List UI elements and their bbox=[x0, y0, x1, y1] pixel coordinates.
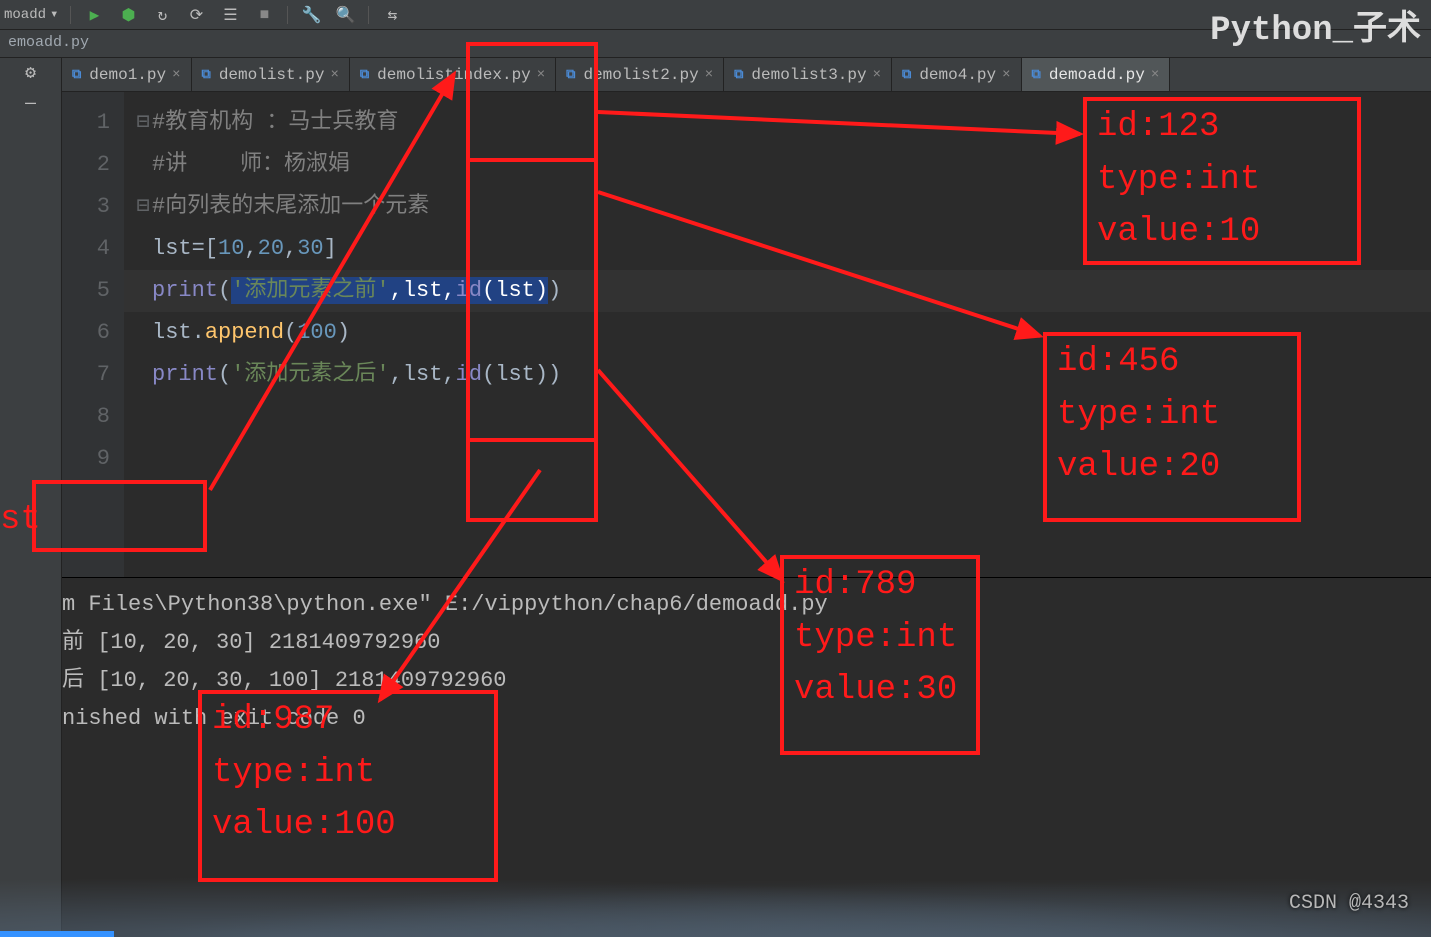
coverage-icon[interactable]: ↻ bbox=[151, 4, 173, 26]
code-line[interactable]: ⊟#向列表的末尾添加一个元素 bbox=[124, 186, 1431, 228]
tab-demoadd-py[interactable]: demoadd.py × bbox=[1022, 58, 1171, 91]
tab-demolist-py[interactable]: demolist.py × bbox=[192, 58, 350, 91]
close-icon[interactable]: × bbox=[1002, 67, 1010, 83]
tab-demo1-py[interactable]: demo1.py × bbox=[62, 58, 192, 91]
line-number: 7 bbox=[62, 354, 110, 396]
code-text[interactable]: ⊟#教育机构 ：马士兵教育 #讲 师：杨淑娟⊟#向列表的末尾添加一个元素 lst… bbox=[124, 92, 1431, 577]
sync-icon[interactable]: ⇆ bbox=[381, 4, 403, 26]
line-number: 8 bbox=[62, 396, 110, 438]
code-line[interactable] bbox=[124, 396, 1431, 438]
tab-label: demolist3.py bbox=[751, 66, 866, 84]
collapse-icon[interactable]: — bbox=[25, 94, 36, 114]
main-split: ⚙ — demo1.py×demolist.py×demolistindex.p… bbox=[0, 58, 1431, 937]
line-number: 6 bbox=[62, 312, 110, 354]
left-tool-gutter: ⚙ — bbox=[0, 58, 62, 937]
app-title: Python_子术 bbox=[1210, 0, 1421, 50]
search-icon[interactable]: 🔍 bbox=[334, 4, 356, 26]
close-icon[interactable]: × bbox=[705, 67, 713, 83]
run-config-label: moadd bbox=[4, 7, 46, 23]
line-number-gutter: 123456789 bbox=[62, 92, 124, 577]
console-line: nished with exit code 0 bbox=[62, 700, 1431, 738]
python-file-icon bbox=[360, 67, 371, 82]
tab-label: demoadd.py bbox=[1049, 66, 1145, 84]
gear-icon[interactable]: ⚙ bbox=[25, 62, 36, 84]
line-number: 3 bbox=[62, 186, 110, 228]
footer-decorative-wave bbox=[0, 867, 1431, 937]
tab-label: demolistindex.py bbox=[377, 66, 531, 84]
close-icon[interactable]: × bbox=[1151, 67, 1159, 83]
toolbar-divider bbox=[287, 6, 288, 24]
debug-icon[interactable]: ⬢ bbox=[117, 4, 139, 26]
tab-bar: demo1.py×demolist.py×demolistindex.py×de… bbox=[62, 58, 1431, 92]
tab-demolist2-py[interactable]: demolist2.py × bbox=[556, 58, 724, 91]
code-line[interactable]: ⊟#教育机构 ：马士兵教育 bbox=[124, 102, 1431, 144]
close-icon[interactable]: × bbox=[873, 67, 881, 83]
video-progress-bar[interactable] bbox=[0, 931, 114, 937]
line-number: 2 bbox=[62, 144, 110, 186]
top-toolbar: moadd ▾ ▶ ⬢ ↻ ⟳ ☰ ■ 🔧 🔍 ⇆ Python_子术 bbox=[0, 0, 1431, 30]
editor-area: demo1.py×demolist.py×demolistindex.py×de… bbox=[62, 58, 1431, 937]
close-icon[interactable]: × bbox=[537, 67, 545, 83]
line-number: 5 bbox=[62, 270, 110, 312]
fold-icon[interactable]: ⊟ bbox=[134, 102, 152, 144]
tab-demo4-py[interactable]: demo4.py × bbox=[892, 58, 1022, 91]
tab-label: demo1.py bbox=[89, 66, 166, 84]
console-line: m Files\Python38\python.exe" E:/vippytho… bbox=[62, 586, 1431, 624]
breadcrumb-file: emoadd.py bbox=[8, 34, 89, 51]
tab-label: demolist2.py bbox=[583, 66, 698, 84]
chevron-down-icon: ▾ bbox=[50, 6, 58, 23]
wrench-icon[interactable]: 🔧 bbox=[300, 4, 322, 26]
line-number: 4 bbox=[62, 228, 110, 270]
tab-label: demolist.py bbox=[219, 66, 325, 84]
code-line[interactable]: lst=[10,20,30] bbox=[124, 228, 1431, 270]
code-pane: 123456789 ⊟#教育机构 ：马士兵教育 #讲 师：杨淑娟⊟#向列表的末尾… bbox=[62, 92, 1431, 577]
code-line[interactable]: lst.append(100) bbox=[124, 312, 1431, 354]
console-line: 后 [10, 20, 30, 100] 2181409792960 bbox=[62, 662, 1431, 700]
python-file-icon bbox=[202, 67, 213, 82]
profile-icon[interactable]: ⟳ bbox=[185, 4, 207, 26]
toolbar-divider bbox=[70, 6, 71, 24]
run-icon[interactable]: ▶ bbox=[83, 4, 105, 26]
tab-demolist3-py[interactable]: demolist3.py × bbox=[724, 58, 892, 91]
python-file-icon bbox=[566, 67, 577, 82]
close-icon[interactable]: × bbox=[330, 67, 338, 83]
line-number: 1 bbox=[62, 102, 110, 144]
tab-label: demo4.py bbox=[919, 66, 996, 84]
python-file-icon bbox=[902, 67, 913, 82]
python-file-icon bbox=[1032, 67, 1043, 82]
watermark: CSDN @4343 bbox=[1289, 892, 1409, 915]
code-line[interactable] bbox=[124, 438, 1431, 480]
stop-icon[interactable]: ■ bbox=[253, 4, 275, 26]
code-line[interactable]: print('添加元素之前',lst,id(lst)) bbox=[124, 270, 1431, 312]
fold-icon[interactable]: ⊟ bbox=[134, 186, 152, 228]
tab-demolistindex-py[interactable]: demolistindex.py × bbox=[350, 58, 556, 91]
toolbar-divider bbox=[368, 6, 369, 24]
code-line[interactable]: print('添加元素之后',lst,id(lst)) bbox=[124, 354, 1431, 396]
python-file-icon bbox=[734, 67, 745, 82]
python-file-icon bbox=[72, 67, 83, 82]
console-line: 前 [10, 20, 30] 2181409792960 bbox=[62, 624, 1431, 662]
code-line[interactable]: #讲 师：杨淑娟 bbox=[124, 144, 1431, 186]
close-icon[interactable]: × bbox=[172, 67, 180, 83]
run-config-dropdown[interactable]: moadd ▾ bbox=[4, 6, 58, 23]
line-number: 9 bbox=[62, 438, 110, 480]
step-icon[interactable]: ☰ bbox=[219, 4, 241, 26]
